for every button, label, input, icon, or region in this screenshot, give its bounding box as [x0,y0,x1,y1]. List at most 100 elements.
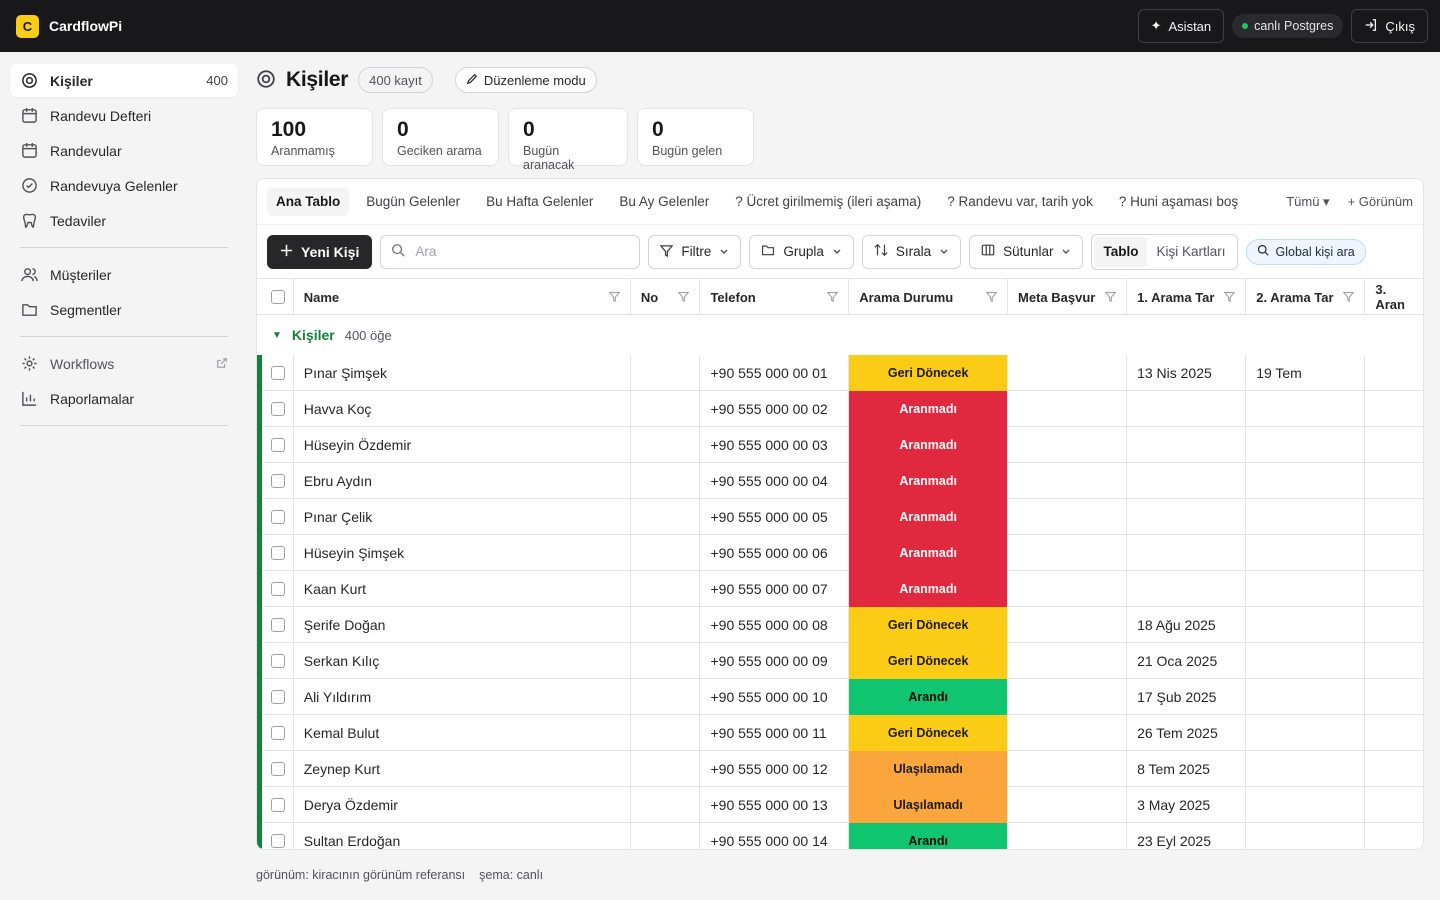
tab-bu-hafta-gelenler[interactable]: Bu Hafta Gelenler [477,188,602,216]
stat-card[interactable]: 0 Bugün gelen [637,108,754,166]
columns-button[interactable]: Sütunlar [969,234,1084,269]
status-badge: Geri Dönecek [849,715,1007,751]
table-row[interactable]: Zeynep Kurt +90 555 000 00 12 Ulaşılamadı 8… [257,751,1423,787]
row-checkbox[interactable] [257,823,294,849]
stat-card[interactable]: 0 Bugün aranacak [508,108,628,172]
row-checkbox[interactable] [257,607,294,643]
add-view-button[interactable]: + Görünüm [1348,194,1413,209]
view-cards-button[interactable]: Kişi Kartları [1147,237,1234,267]
table-row[interactable]: Ebru Aydın +90 555 000 00 04 Aranmadı [257,463,1423,499]
table-row[interactable]: Şerife Doğan +90 555 000 00 08 Geri Dönece… [257,607,1423,643]
row-checkbox[interactable] [257,715,294,751]
table-row[interactable]: Kemal Bulut +90 555 000 00 11 Geri Dönecek… [257,715,1423,751]
row-checkbox[interactable] [257,391,294,427]
cell-arama-durumu[interactable]: Aranmadı [849,427,1008,463]
cell-arama-durumu[interactable]: Geri Dönecek [849,715,1008,751]
row-checkbox[interactable] [257,499,294,535]
group-button[interactable]: Grupla [749,234,854,269]
cell-arama-durumu[interactable]: Arandı [849,679,1008,715]
filter-icon[interactable] [1223,290,1236,305]
row-checkbox[interactable] [257,751,294,787]
target-icon [20,72,38,90]
cell-arama-durumu[interactable]: Arandı [849,823,1008,849]
column-header-arama-2[interactable]: 2. Arama Tar [1246,279,1366,315]
tab-randevu-tarih-yok[interactable]: ? Randevu var, tarih yok [938,188,1102,216]
table-row[interactable]: Pınar Şimşek +90 555 000 00 01 Geri Dönece… [257,355,1423,391]
table-row[interactable]: Havva Koç +90 555 000 00 02 Aranmadı [257,391,1423,427]
row-checkbox[interactable] [257,535,294,571]
all-views-dropdown[interactable]: Tümü ▾ [1286,194,1329,210]
cell-arama-durumu[interactable]: Ulaşılamadı [849,751,1008,787]
row-checkbox[interactable] [257,643,294,679]
row-checkbox[interactable] [257,679,294,715]
cell-arama-durumu[interactable]: Aranmadı [849,391,1008,427]
table-row[interactable]: Hüseyin Özdemir +90 555 000 00 03 Aranmadı [257,427,1423,463]
cell-arama-2 [1246,391,1366,427]
table-row[interactable]: Serkan Kılıç +90 555 000 00 09 Geri Dönece… [257,643,1423,679]
tab-ucret-girilmemis[interactable]: ? Ücret girilmemiş (ileri aşama) [726,188,930,216]
table-row[interactable]: Hüseyin Şimşek +90 555 000 00 06 Aranmadı [257,535,1423,571]
search-input[interactable]: Ara [380,234,641,269]
logout-button[interactable]: Çıkış [1351,9,1428,43]
stat-card[interactable]: 0 Geciken arama [382,108,499,166]
column-header-no[interactable]: No [631,279,701,315]
cell-arama-durumu[interactable]: Aranmadı [849,571,1008,607]
column-header-meta-basvur[interactable]: Meta Başvur [1008,279,1128,315]
edit-mode-button[interactable]: Düzenleme modu [454,67,597,93]
sidebar-item-workflows[interactable]: Workflows [10,347,238,380]
cell-arama-durumu[interactable]: Geri Dönecek [849,355,1008,391]
column-header-arama-3[interactable]: 3. Aran [1365,279,1423,315]
row-checkbox[interactable] [257,463,294,499]
sidebar-item-randevu-defteri[interactable]: Randevu Defteri [10,99,238,132]
sidebar-item-randevuya-gelenler[interactable]: Randevuya Gelenler [10,169,238,202]
cell-arama-durumu[interactable]: Ulaşılamadı [849,787,1008,823]
sidebar-item-musteriler[interactable]: Müşteriler [10,258,238,291]
chevron-down-icon [719,244,729,259]
global-search-button[interactable]: Global kişi ara [1245,238,1366,265]
filter-icon[interactable] [1104,290,1117,305]
filter-button[interactable]: Filtre [648,234,742,269]
table-row[interactable]: Sultan Erdoğan +90 555 000 00 14 Arandı 23 … [257,823,1423,849]
filter-icon[interactable] [678,290,690,305]
sidebar-item-randevular[interactable]: Randevular [10,134,238,167]
new-person-button[interactable]: Yeni Kişi [267,234,373,269]
group-header[interactable]: ▼ Kişiler 400 öğe [257,315,1423,355]
filter-icon[interactable] [1342,290,1355,305]
view-table-button[interactable]: Tablo [1094,236,1148,267]
caret-down-icon[interactable]: ▼ [272,330,282,341]
cell-arama-durumu[interactable]: Aranmadı [849,463,1008,499]
row-checkbox[interactable] [257,355,294,391]
cell-name: Pınar Şimşek [294,355,631,391]
filter-icon[interactable] [826,290,839,305]
row-checkbox[interactable] [257,427,294,463]
row-checkbox[interactable] [257,571,294,607]
cell-arama-3 [1365,355,1423,391]
tab-bugun-gelenler[interactable]: Bugün Gelenler [357,188,469,216]
cell-arama-durumu[interactable]: Aranmadı [849,499,1008,535]
tab-huni-asamasi-bos[interactable]: ? Huni aşaması boş [1110,188,1247,216]
sort-button[interactable]: Sırala [861,234,962,269]
table-row[interactable]: Kaan Kurt +90 555 000 00 07 Aranmadı [257,571,1423,607]
table-row[interactable]: Ali Yıldırım +90 555 000 00 10 Arandı 17 Şu… [257,679,1423,715]
cell-arama-durumu[interactable]: Aranmadı [849,535,1008,571]
cell-arama-durumu[interactable]: Geri Dönecek [849,643,1008,679]
sidebar-item-tedaviler[interactable]: Tedaviler [10,204,238,237]
column-header-telefon[interactable]: Telefon [700,279,850,315]
tab-ana-tablo[interactable]: Ana Tablo [267,187,350,216]
column-header-arama-durumu[interactable]: Arama Durumu [849,279,1009,315]
stat-card[interactable]: 100 Aranmamış [256,108,373,166]
table-row[interactable]: Pınar Çelik +90 555 000 00 05 Aranmadı [257,499,1423,535]
tab-bu-ay-gelenler[interactable]: Bu Ay Gelenler [610,188,718,216]
column-header-arama-1[interactable]: 1. Arama Tar [1127,279,1247,315]
select-all-checkbox[interactable] [257,279,294,315]
table-row[interactable]: Derya Özdemir +90 555 000 00 13 Ulaşılamad… [257,787,1423,823]
sidebar-item-segmentler[interactable]: Segmentler [10,293,238,326]
cell-arama-durumu[interactable]: Geri Dönecek [849,607,1008,643]
sidebar-item-raporlamalar[interactable]: Raporlamalar [10,382,238,415]
filter-icon[interactable] [608,290,621,305]
filter-icon[interactable] [985,290,998,305]
assistant-button[interactable]: ✦ Asistan [1137,9,1225,43]
sidebar-item-kisiler[interactable]: Kişiler 400 [10,64,238,97]
row-checkbox[interactable] [257,787,294,823]
column-header-name[interactable]: Name [294,279,631,315]
